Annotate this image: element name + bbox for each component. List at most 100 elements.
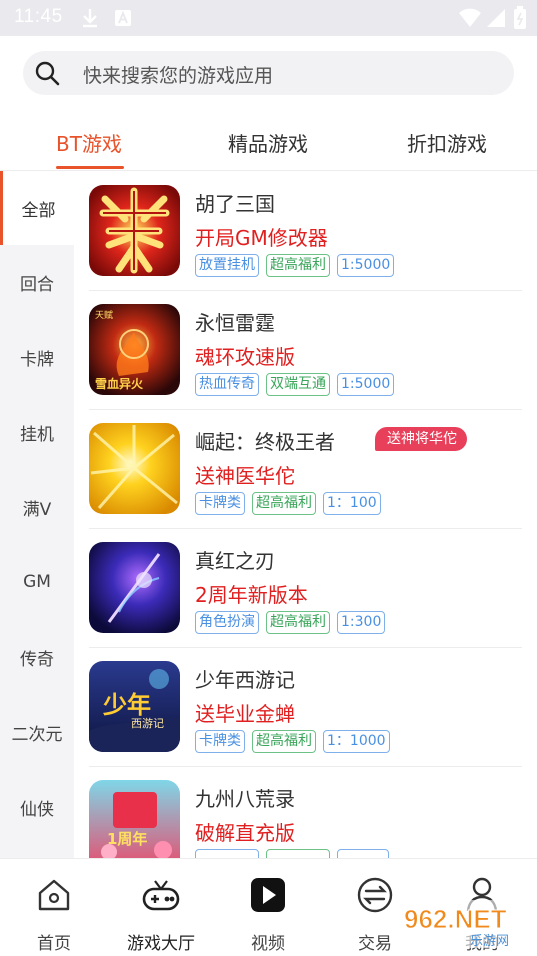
- tag-ratio: 1:5000: [337, 373, 395, 396]
- nav-game-hall[interactable]: 游戏大厅: [111, 859, 211, 956]
- tag-feature: 双端互通: [266, 373, 330, 396]
- watermark-962-logo: 962.NET 乐游网: [398, 898, 532, 950]
- game-row[interactable]: 天赋 雪血异火 永恒雷霆 魂环攻速版 热血传奇 双端互通 1:5000: [89, 290, 522, 410]
- game-name: 九州八荒录: [195, 787, 295, 811]
- tag-ratio: 1：100: [323, 492, 381, 515]
- game-promo: 2周年新版本: [195, 583, 308, 607]
- tag-genre: 热血传奇: [195, 373, 259, 396]
- category-all[interactable]: 全部: [0, 171, 74, 245]
- search-placeholder: 快来搜索您的游戏应用: [83, 65, 274, 87]
- tag-ratio: 1：1000: [323, 730, 390, 753]
- game-icon-gold-burst[interactable]: [89, 423, 180, 514]
- category-card[interactable]: 卡牌: [0, 320, 74, 394]
- game-icon-anniversary[interactable]: 1周年: [89, 780, 180, 858]
- tag-genre: 角色扮演: [195, 611, 259, 634]
- game-name: 永恒雷霆: [195, 311, 275, 335]
- icon-caption-top: 天赋: [95, 310, 113, 321]
- category-xianxia[interactable]: 仙侠: [0, 770, 74, 844]
- tag-welfare: [266, 849, 330, 858]
- game-name: 崛起：终极王者: [195, 430, 335, 454]
- game-row[interactable]: 真红之刃 2周年新版本 角色扮演 超高福利 1:300: [89, 528, 522, 648]
- game-row[interactable]: 崛起：终极王者 送神将华佗 送神医华佗 卡牌类 超高福利 1：100: [89, 409, 522, 529]
- category-idle[interactable]: 挂机: [0, 395, 74, 469]
- icon-caption-bottom: 1周年: [107, 830, 147, 848]
- category-label: 满V: [22, 499, 52, 520]
- watermark-brand: 962.NET: [404, 904, 507, 934]
- download-icon: [80, 7, 100, 33]
- active-tab-indicator: [56, 166, 124, 169]
- game-name: 真红之刃: [195, 549, 275, 573]
- exchange-icon: [357, 877, 393, 917]
- tag-genre: 卡牌类: [195, 730, 245, 753]
- category-label: 挂机: [20, 424, 54, 445]
- tag-genre: [195, 849, 259, 858]
- home-icon: [36, 877, 72, 917]
- game-icon-shuang[interactable]: [89, 185, 180, 276]
- category-label: GM: [23, 572, 51, 592]
- game-list: 胡了三国 开局GM修改器 放置挂机 超高福利 1:5000 天赋 雪血异火 永恒…: [74, 171, 537, 858]
- nav-label: 游戏大厅: [127, 934, 195, 954]
- gamepad-icon: [141, 877, 181, 917]
- status-bar: 11:45: [0, 0, 537, 36]
- wifi-icon: [458, 8, 482, 32]
- video-play-icon: [250, 877, 286, 917]
- nav-video[interactable]: 视频: [218, 859, 318, 956]
- game-promo: 破解直充版: [195, 821, 295, 845]
- tag-welfare: 超高福利: [252, 730, 316, 753]
- tag-genre: 卡牌类: [195, 492, 245, 515]
- category-legend[interactable]: 传奇: [0, 620, 74, 694]
- category-sidebar: 全部 回合 卡牌 挂机 满V GM 传奇 二次元 仙侠: [0, 171, 74, 858]
- game-tags: 卡牌类 超高福利 1：100: [195, 492, 381, 515]
- tag-welfare: 超高福利: [266, 611, 330, 634]
- game-row[interactable]: 1周年 九州八荒录 破解直充版: [89, 766, 522, 858]
- watermark-sub: 乐游网: [470, 934, 509, 949]
- tab-premium-games[interactable]: 精品游戏: [228, 128, 308, 157]
- game-icon-purple-swordsman[interactable]: [89, 542, 180, 633]
- game-promo: 送毕业金蝉: [195, 702, 295, 726]
- game-promo: 开局GM修改器: [195, 226, 328, 250]
- app-root: 11:45 快来搜索您的游戏应用 BT游戏 精品游戏 折扣游戏 全部 回合 卡牌…: [0, 0, 537, 956]
- signal-icon: [486, 8, 506, 32]
- search-icon: [34, 60, 62, 92]
- game-icon-fire[interactable]: 天赋 雪血异火: [89, 304, 180, 395]
- game-tags: 卡牌类 超高福利 1：1000: [195, 730, 390, 753]
- nav-label: 视频: [251, 934, 285, 954]
- game-promo: 魂环攻速版: [195, 345, 295, 369]
- category-label: 仙侠: [20, 799, 54, 820]
- category-label: 卡牌: [20, 349, 54, 370]
- nav-home[interactable]: 首页: [4, 859, 104, 956]
- category-turn-based[interactable]: 回合: [0, 245, 74, 319]
- tab-discount-games[interactable]: 折扣游戏: [407, 128, 487, 157]
- nav-label: 首页: [37, 934, 71, 954]
- tag-welfare: 超高福利: [252, 492, 316, 515]
- tag-welfare: 超高福利: [266, 254, 330, 277]
- icon-caption-top: 少年: [102, 690, 151, 719]
- game-row[interactable]: 胡了三国 开局GM修改器 放置挂机 超高福利 1:5000: [89, 171, 522, 291]
- game-tags: [195, 849, 389, 858]
- category-gm[interactable]: GM: [0, 545, 74, 619]
- notification-a-icon: [114, 9, 132, 31]
- tag-genre: 放置挂机: [195, 254, 259, 277]
- category-label: 回合: [20, 274, 54, 295]
- tag-ratio: 1:5000: [337, 254, 395, 277]
- search-bar[interactable]: 快来搜索您的游戏应用: [23, 51, 514, 95]
- category-label: 二次元: [11, 724, 63, 745]
- game-name: 胡了三国: [195, 192, 275, 216]
- game-tags: 放置挂机 超高福利 1:5000: [195, 254, 395, 277]
- category-label: 传奇: [20, 649, 54, 670]
- game-row[interactable]: 少年 西游记 少年西游记 送毕业金蝉 卡牌类 超高福利 1：1000: [89, 647, 522, 767]
- category-label: 全部: [21, 200, 56, 221]
- icon-caption-bottom: 雪血异火: [95, 376, 144, 391]
- tab-bt-games[interactable]: BT游戏: [56, 128, 122, 157]
- game-tags: 热血传奇 双端互通 1:5000: [195, 373, 395, 396]
- category-anime[interactable]: 二次元: [0, 695, 74, 769]
- icon-caption-bottom: 西游记: [131, 717, 164, 730]
- game-icon-journey-west[interactable]: 少年 西游记: [89, 661, 180, 752]
- category-full-vip[interactable]: 满V: [0, 470, 74, 544]
- tag-ratio: [337, 849, 389, 858]
- tag-ratio: 1:300: [337, 611, 386, 634]
- game-name: 少年西游记: [195, 668, 295, 692]
- gift-ribbon-badge: 送神将华佗: [375, 427, 467, 451]
- game-promo: 送神医华佗: [195, 464, 295, 488]
- battery-icon: [513, 6, 527, 34]
